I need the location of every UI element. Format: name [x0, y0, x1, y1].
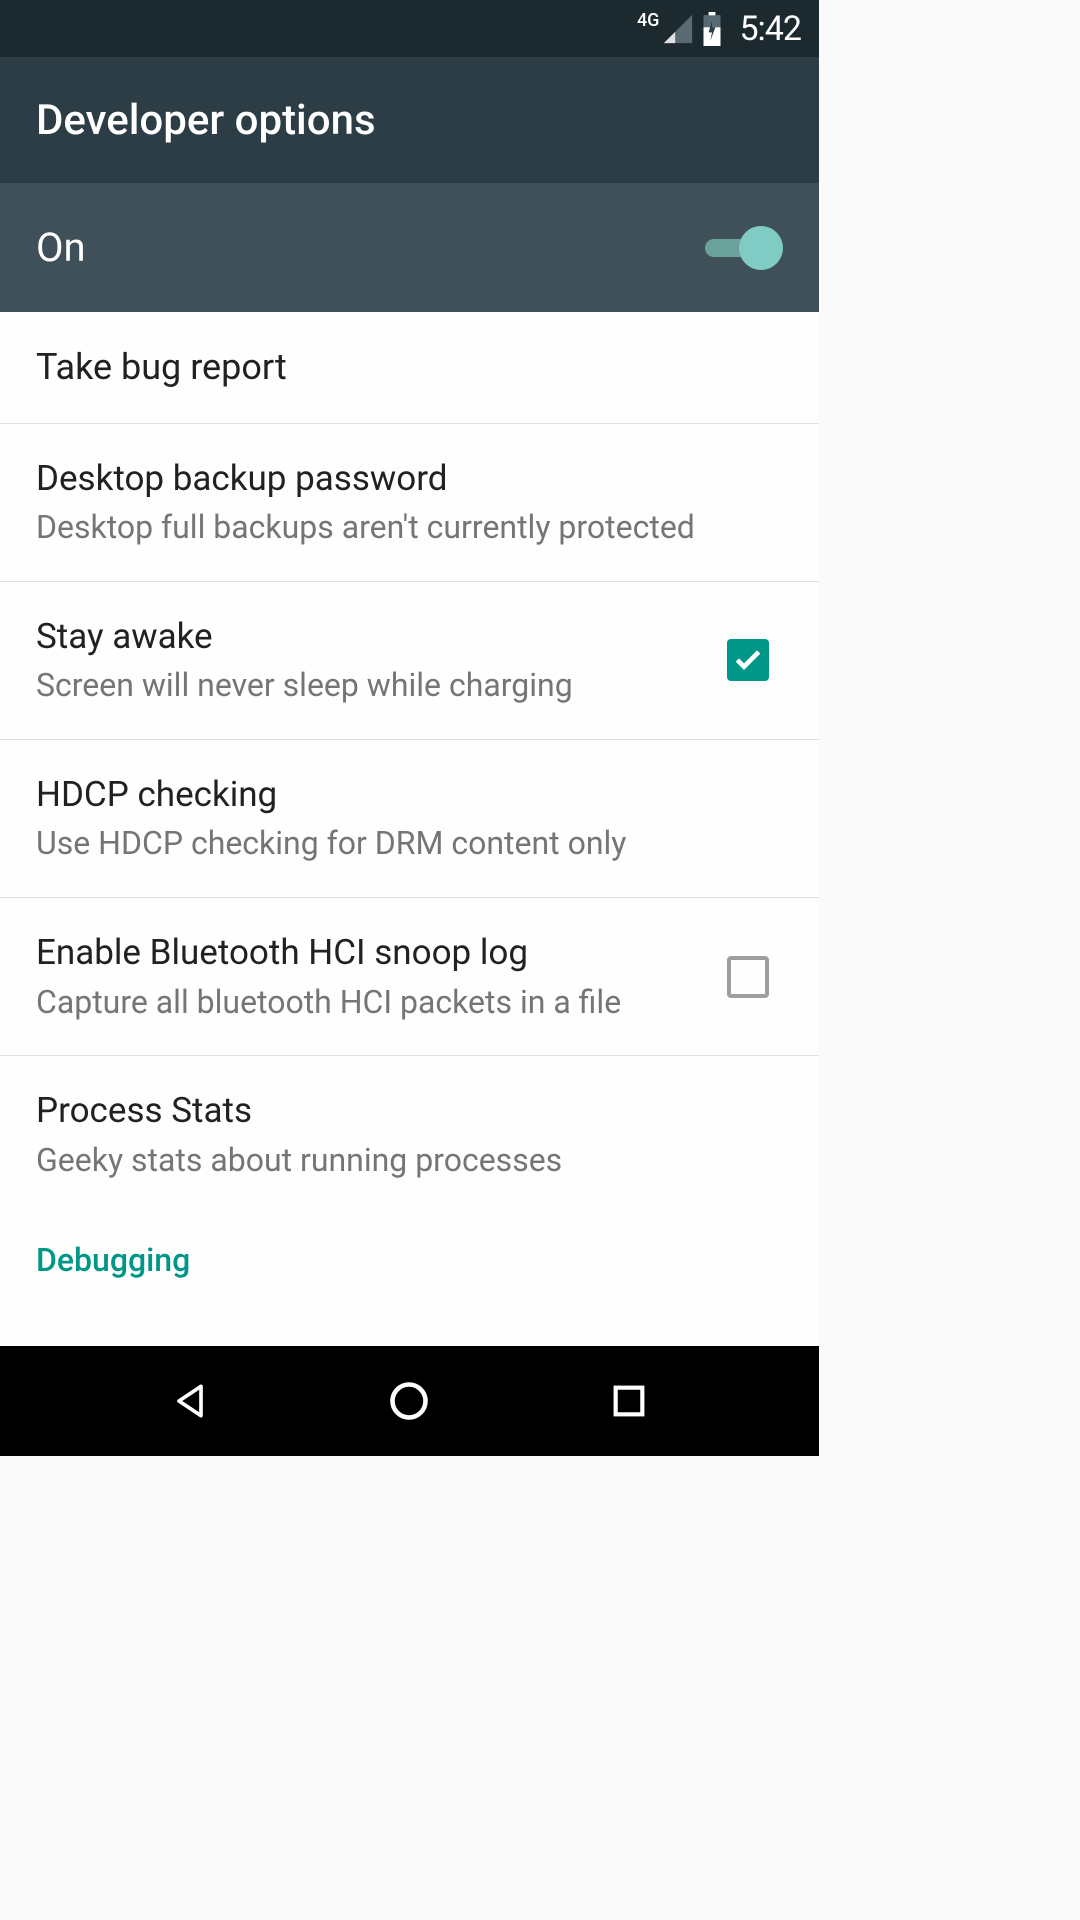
stay-awake-checkbox[interactable]	[727, 639, 769, 681]
status-icons: 4G 5:42	[637, 9, 801, 49]
clock: 5:42	[739, 9, 801, 49]
section-header-label: Debugging	[36, 1241, 783, 1279]
setting-subtitle: Screen will never sleep while charging	[36, 665, 697, 707]
app-bar: Developer options	[0, 57, 819, 183]
network-type-label: 4G	[637, 10, 660, 31]
home-button[interactable]	[379, 1371, 439, 1431]
setting-stay-awake[interactable]: Stay awake Screen will never sleep while…	[0, 582, 819, 740]
setting-title: Desktop backup password	[36, 456, 753, 502]
setting-title: Stay awake	[36, 614, 697, 660]
page-title: Developer options	[36, 96, 376, 145]
setting-title: Process Stats	[36, 1088, 753, 1134]
setting-desktop-backup-password[interactable]: Desktop backup password Desktop full bac…	[0, 424, 819, 582]
battery-charging-icon	[701, 12, 723, 46]
master-toggle-switch[interactable]	[705, 226, 783, 270]
setting-subtitle: Geeky stats about running processes	[36, 1140, 753, 1182]
setting-title: HDCP checking	[36, 772, 753, 818]
setting-take-bug-report[interactable]: Take bug report	[0, 312, 819, 424]
recents-button[interactable]	[599, 1371, 659, 1431]
setting-hdcp-checking[interactable]: HDCP checking Use HDCP checking for DRM …	[0, 740, 819, 898]
setting-process-stats[interactable]: Process Stats Geeky stats about running …	[0, 1056, 819, 1213]
setting-bluetooth-hci-snoop[interactable]: Enable Bluetooth HCI snoop log Capture a…	[0, 898, 819, 1056]
bluetooth-hci-checkbox[interactable]	[727, 956, 769, 998]
status-bar: 4G 5:42	[0, 0, 819, 57]
navigation-bar	[0, 1346, 819, 1456]
setting-subtitle: Desktop full backups aren't currently pr…	[36, 507, 753, 549]
section-header-debugging: Debugging	[0, 1213, 819, 1279]
signal-icon	[661, 12, 695, 46]
master-toggle-row[interactable]: On	[0, 183, 819, 312]
master-toggle-label: On	[36, 224, 86, 271]
setting-subtitle: Use HDCP checking for DRM content only	[36, 823, 753, 865]
back-button[interactable]	[160, 1371, 220, 1431]
setting-title: Enable Bluetooth HCI snoop log	[36, 930, 697, 976]
setting-title: Take bug report	[36, 344, 753, 391]
setting-subtitle: Capture all bluetooth HCI packets in a f…	[36, 982, 697, 1024]
